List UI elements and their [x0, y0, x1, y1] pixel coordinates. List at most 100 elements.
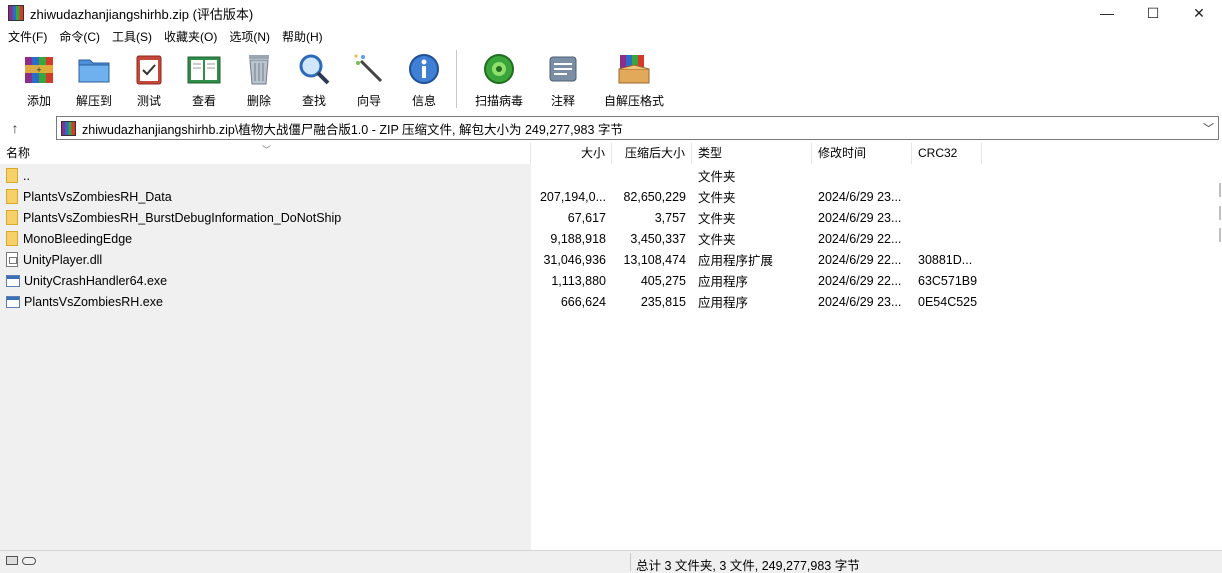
magnifier-icon	[299, 54, 330, 85]
sort-arrow-icon: ﹀	[262, 145, 272, 155]
folder-icon	[6, 231, 18, 246]
file-size: 207,194,0...	[539, 189, 606, 204]
comment-button[interactable]: 注释	[536, 46, 590, 109]
close-button[interactable]: ✕	[1176, 0, 1222, 26]
address-dropdown-icon[interactable]: ﹀	[1203, 120, 1214, 136]
address-bar[interactable]: zhiwudazhanjiangshirhb.zip\植物大战僵尸融合版1.0 …	[56, 116, 1219, 140]
extract-to-button[interactable]: 解压到	[67, 46, 121, 109]
file-rows: .. 文件夹 PlantsVsZombiesRH_Data 207,194,0.…	[0, 165, 1222, 312]
file-packed-size: 82,650,229	[623, 189, 686, 204]
add-label: 添加	[26, 94, 51, 108]
minimize-button[interactable]: —	[1084, 0, 1130, 26]
find-label: 查找	[301, 94, 326, 108]
column-modified[interactable]: 修改时间	[812, 143, 912, 164]
toolbar-separator	[456, 50, 457, 108]
file-size: 67,617	[567, 210, 606, 225]
table-row[interactable]: PlantsVsZombiesRH.exe 666,624 235,815 应用…	[0, 291, 1222, 312]
test-label: 测试	[136, 94, 161, 108]
file-name: PlantsVsZombiesRH_BurstDebugInformation_…	[23, 210, 342, 225]
window-controls: — ☐ ✕	[1084, 0, 1222, 26]
menu-favorites[interactable]: 收藏夹(O)	[158, 28, 223, 45]
file-list: 名称 ﹀ 大小 压缩后大小 类型 修改时间 CRC32 .. 文件夹 Plant…	[0, 143, 1222, 550]
sfx-label: 自解压格式	[603, 94, 664, 108]
file-crc: 0E54C525	[918, 294, 978, 309]
menu-options[interactable]: 选项(N)	[223, 28, 276, 45]
delete-button[interactable]: 删除	[232, 46, 286, 109]
address-row: ↑ zhiwudazhanjiangshirhb.zip\植物大战僵尸融合版1.…	[0, 116, 1222, 140]
column-packed-size[interactable]: 压缩后大小	[612, 143, 692, 164]
column-type[interactable]: 类型	[692, 143, 812, 164]
comment-label: 注释	[550, 94, 575, 108]
wizard-button[interactable]: 向导	[342, 46, 396, 109]
file-modified: 2024/6/29 22...	[818, 231, 902, 246]
status-summary: 总计 3 文件夹, 3 文件, 249,277,983 字节	[636, 559, 860, 573]
file-name: UnityPlayer.dll	[23, 252, 103, 267]
menu-file[interactable]: 文件(F)	[2, 28, 53, 45]
file-modified: 2024/6/29 22...	[818, 273, 902, 288]
file-crc: 63C571B9	[918, 273, 978, 288]
table-row[interactable]: PlantsVsZombiesRH_BurstDebugInformation_…	[0, 207, 1222, 228]
key-icon[interactable]	[22, 556, 36, 565]
view-button[interactable]: 查看	[177, 46, 231, 109]
virus-icon	[484, 54, 514, 84]
file-modified: 2024/6/29 23...	[818, 210, 902, 225]
maximize-button[interactable]: ☐	[1130, 0, 1176, 26]
winrar-app-icon[interactable]	[8, 5, 24, 21]
menu-bar: 文件(F) 命令(C) 工具(S) 收藏夹(O) 选项(N) 帮助(H)	[0, 26, 1222, 46]
table-row[interactable]: PlantsVsZombiesRH_Data 207,194,0... 82,6…	[0, 186, 1222, 207]
virus-scan-button[interactable]: 扫描病毒	[463, 46, 535, 109]
file-modified: 2024/6/29 23...	[818, 294, 902, 309]
file-name: MonoBleedingEdge	[23, 231, 133, 246]
wizard-label: 向导	[356, 94, 381, 108]
info-icon	[409, 54, 439, 84]
column-crc32[interactable]: CRC32	[912, 143, 982, 164]
file-size: 666,624	[560, 294, 606, 309]
exe-file-icon	[6, 274, 20, 287]
drive-icon[interactable]	[6, 556, 18, 565]
menu-tools[interactable]: 工具(S)	[106, 28, 158, 45]
trash-can-icon	[249, 55, 269, 85]
comment-note-icon	[549, 56, 577, 82]
menu-commands[interactable]: 命令(C)	[53, 28, 106, 45]
file-type: 应用程序	[698, 296, 749, 310]
info-button[interactable]: 信息	[397, 46, 451, 109]
file-name: ..	[23, 168, 30, 183]
column-size[interactable]: 大小	[531, 143, 612, 164]
file-packed-size: 3,757	[654, 210, 686, 225]
column-name-label: 名称	[6, 146, 31, 160]
add-button[interactable]: + 添加	[12, 46, 66, 109]
file-packed-size: 235,815	[640, 294, 686, 309]
table-row[interactable]: UnityCrashHandler64.exe 1,113,880 405,27…	[0, 270, 1222, 291]
svg-text:+: +	[36, 66, 42, 74]
virus-scan-label: 扫描病毒	[474, 94, 523, 108]
open-book-icon	[187, 56, 221, 84]
file-modified: 2024/6/29 23...	[818, 189, 902, 204]
status-icons	[6, 556, 36, 565]
file-type: 文件夹	[698, 191, 736, 205]
table-row[interactable]: UnityPlayer.dll 31,046,936 13,108,474 应用…	[0, 249, 1222, 270]
dll-file-icon	[6, 252, 18, 267]
folder-icon	[6, 189, 18, 204]
file-name: PlantsVsZombiesRH.exe	[24, 294, 163, 309]
table-row[interactable]: MonoBleedingEdge 9,188,918 3,450,337 文件夹…	[0, 228, 1222, 249]
up-folder-button[interactable]: ↑	[0, 116, 30, 140]
file-modified: 2024/6/29 22...	[818, 252, 902, 267]
file-crc: 30881D...	[918, 252, 973, 267]
menu-help[interactable]: 帮助(H)	[276, 28, 329, 45]
clipboard-check-icon	[136, 55, 162, 85]
file-type: 应用程序	[698, 275, 749, 289]
scroll-marker	[1219, 228, 1221, 242]
file-name: UnityCrashHandler64.exe	[24, 273, 168, 288]
column-name[interactable]: 名称 ﹀	[0, 143, 531, 164]
extract-to-label: 解压到	[75, 94, 112, 108]
file-packed-size: 405,275	[640, 273, 686, 288]
file-size: 9,188,918	[550, 231, 606, 246]
table-row[interactable]: .. 文件夹	[0, 165, 1222, 186]
sfx-button[interactable]: 自解压格式	[591, 46, 677, 109]
window-title: zhiwudazhanjiangshirhb.zip (评估版本)	[30, 6, 254, 22]
find-button[interactable]: 查找	[287, 46, 341, 109]
file-name: PlantsVsZombiesRH_Data	[23, 189, 172, 204]
test-button[interactable]: 测试	[122, 46, 176, 109]
file-type: 文件夹	[698, 233, 736, 247]
scroll-marker	[1219, 183, 1221, 197]
